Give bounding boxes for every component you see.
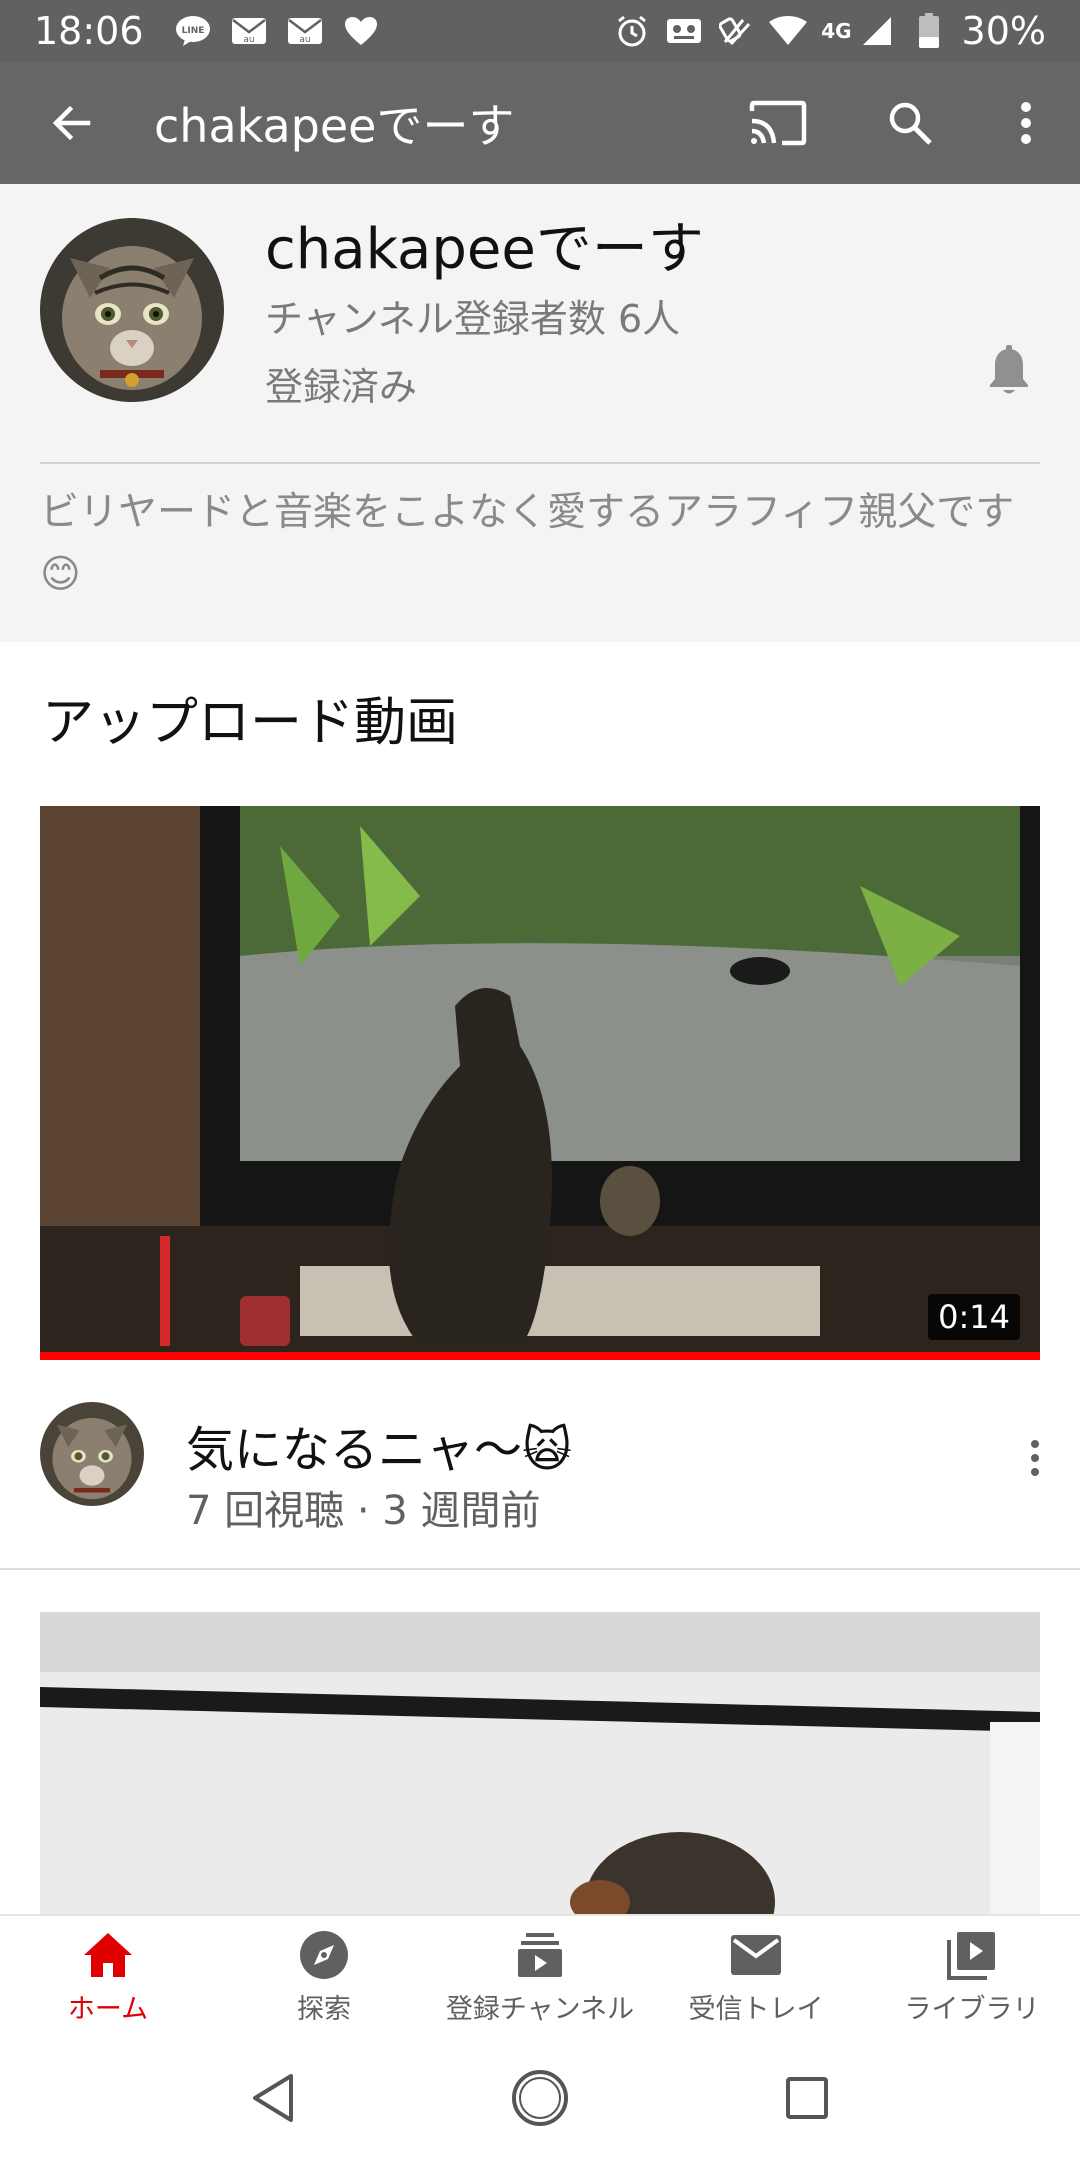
home-icon [80, 1927, 136, 1983]
triangle-back-icon [253, 2074, 294, 2122]
video-divider [0, 1568, 1080, 1570]
channel-name: chakapeeでーす [265, 217, 704, 282]
nav-library[interactable]: ライブラリ [864, 1916, 1080, 2036]
system-nav-bar [0, 2036, 1080, 2160]
circle-home-icon [511, 2070, 568, 2126]
app-bar: chakapeeでーす [0, 62, 1080, 184]
cat-watching-tv-image [40, 806, 1040, 1360]
system-recents-button[interactable] [767, 2058, 847, 2138]
nav-label: 探索 [297, 1993, 351, 2025]
svg-text:LINE: LINE [181, 26, 204, 36]
wifi-icon [769, 12, 808, 50]
video-duration: 0:14 [928, 1294, 1020, 1340]
nav-label: 受信トレイ [688, 1993, 824, 2025]
channel-avatar[interactable] [40, 218, 224, 402]
cat-avatar-image [40, 218, 224, 402]
more-options-button[interactable] [976, 73, 1076, 173]
app-bar-title: chakapeeでーす [154, 99, 515, 153]
app-bar-actions [728, 73, 1080, 173]
nav-home[interactable]: ホーム [0, 1916, 216, 2036]
bottom-nav: ホーム 探索 登録チャンネル 受信トレイ ライブラリ [0, 1914, 1080, 2036]
signal-icon [858, 12, 896, 50]
watched-progress-bar [40, 1352, 1040, 1360]
svg-text:au: au [299, 35, 310, 45]
notification-bell-button[interactable] [970, 332, 1048, 410]
svg-text:au: au [243, 35, 254, 45]
nav-label: ライブラリ [904, 1993, 1040, 2025]
library-icon [944, 1927, 1000, 1983]
subscriptions-icon [512, 1927, 568, 1983]
channel-header: chakapeeでーす チャンネル登録者数 6人 登録済み ビリヤードと音楽をこ… [0, 184, 1080, 642]
nav-subscriptions[interactable]: 登録チャンネル [432, 1916, 648, 2036]
bell-icon [990, 345, 1028, 394]
back-arrow-icon [52, 105, 91, 141]
video-info[interactable]: 気になるニャ〜🙀 7 回視聴 · 3 週間前 [0, 1370, 1080, 1570]
voicemail-icon [665, 12, 703, 50]
video-meta: 7 回視聴 · 3 週間前 [186, 1488, 541, 1534]
video-more-button[interactable] [1000, 1418, 1070, 1498]
video-title: 気になるニャ〜🙀 [186, 1422, 573, 1478]
more-vert-icon [1031, 1440, 1039, 1476]
inbox-icon [728, 1927, 784, 1983]
header-divider [40, 462, 1040, 464]
video-channel-avatar[interactable] [40, 1402, 144, 1506]
system-back-button[interactable] [233, 2058, 313, 2138]
nav-label: ホーム [67, 1993, 149, 2025]
status-time: 18:06 [34, 9, 144, 53]
heart-icon [342, 12, 380, 50]
channel-description: ビリヤードと音楽をこよなく愛するアラフィフ親父です😊 [40, 490, 1015, 597]
video-thumbnail[interactable] [40, 1612, 1040, 1916]
status-bar: 18:06 LINE au au 4G 30% [0, 0, 1080, 62]
cast-icon [749, 100, 807, 146]
notification-icons: LINE au au [174, 12, 380, 50]
sleeping-cat-image [40, 1612, 1040, 1916]
subscriber-count: チャンネル登録者数 6人 [265, 297, 681, 341]
section-title: アップロード動画 [42, 693, 459, 753]
square-recents-icon [785, 2077, 828, 2119]
search-button[interactable] [860, 73, 960, 173]
alarm-icon [613, 12, 651, 50]
back-button[interactable] [36, 87, 108, 159]
search-icon [889, 102, 932, 145]
system-status-icons: 4G 30% [613, 9, 1046, 53]
video-thumbnail[interactable]: 0:14 [40, 806, 1040, 1360]
more-vert-icon [1021, 102, 1031, 144]
nfc-icon [717, 12, 755, 50]
network-type: 4G [821, 19, 852, 43]
nav-label: 登録チャンネル [445, 1993, 635, 2025]
nav-inbox[interactable]: 受信トレイ [648, 1916, 864, 2036]
cast-button[interactable] [728, 73, 828, 173]
explore-icon [296, 1927, 352, 1983]
system-home-button[interactable] [500, 2058, 580, 2138]
nav-explore[interactable]: 探索 [216, 1916, 432, 2036]
au-mail-icon: au [286, 12, 324, 50]
line-icon: LINE [174, 12, 212, 50]
battery-percent: 30% [961, 9, 1046, 53]
au-mail-icon: au [230, 12, 268, 50]
subscribed-status-button[interactable]: 登録済み [265, 356, 417, 411]
cat-avatar-image [40, 1402, 144, 1506]
battery-icon [910, 12, 948, 50]
